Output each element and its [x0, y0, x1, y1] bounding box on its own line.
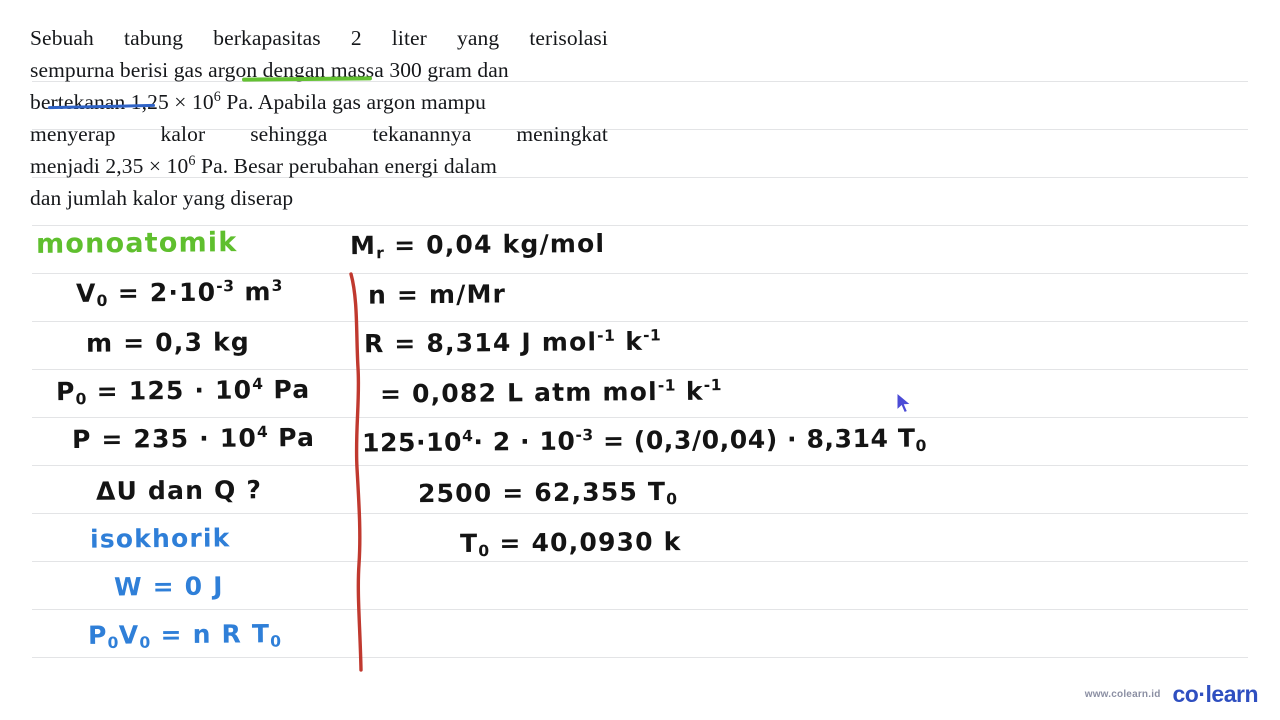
question-text-block: Sebuah tabung berkapasitas 2 liter yang … [30, 22, 608, 214]
rule-line [32, 657, 1248, 658]
hw-mass: m = 0,3 kg [85, 327, 251, 358]
rule-line [32, 321, 1248, 322]
brand-co: co [1172, 681, 1199, 707]
question-word: liter [391, 26, 427, 50]
hw-monoatomik-label: monoatomik [35, 227, 238, 260]
rule-line [32, 465, 1248, 466]
rule-line [32, 561, 1248, 562]
colearn-footer-logo: www.colearn.id co·learn [1084, 681, 1259, 708]
question-word: menyerap [30, 122, 116, 146]
hw-temperature-result: T0 = 40,0930 k [459, 527, 682, 561]
question-fragment: menjadi 2,35 × 10 [30, 154, 189, 178]
rule-line [32, 369, 1248, 370]
hw-work-zero: W = 0 J [113, 571, 224, 602]
mouse-pointer-icon [896, 391, 914, 416]
question-fragment: Pa. Besar perubahan energi dalam [195, 154, 497, 178]
question-line-3: bertekanan 1,25 × 106 Pa. Apabila gas ar… [30, 86, 608, 118]
question-word: 2 [350, 26, 362, 50]
hw-isokhorik-label: isokhorik [89, 523, 231, 554]
question-fragment: Pa. Apabila gas argon mampu [220, 90, 487, 114]
question-line-1: Sebuah tabung berkapasitas 2 liter yang … [30, 22, 608, 54]
site-url-text: www.colearn.id [1084, 689, 1161, 700]
hw-ideal-gas-law: P0V0 = n R T0 [87, 619, 282, 653]
hw-mole-formula: n = m/Mr [367, 279, 507, 310]
question-word: terisolasi [529, 26, 608, 50]
question-word: sehingga [250, 122, 328, 146]
hw-final-pressure: P = 235 · 104 Pa [71, 422, 316, 455]
rule-line [32, 513, 1248, 514]
question-line-2: sempurna berisi gas argon dengan massa 3… [30, 58, 509, 82]
question-word: yang [457, 26, 500, 50]
question-word: tabung [124, 26, 184, 50]
hw-gas-constant-si: R = 8,314 J mol-1 k-1 [363, 326, 662, 359]
exponent: 6 [188, 152, 196, 169]
notebook-page: Sebuah tabung berkapasitas 2 liter yang … [0, 0, 1280, 720]
question-line-6: dan jumlah kalor yang diserap [30, 186, 294, 210]
brand-learn: learn [1205, 681, 1259, 707]
hw-molar-mass: Mr = 0,04 kg/mol [349, 228, 606, 263]
question-fragment: bertekanan 1,25 × 10 [30, 90, 214, 114]
hw-substitution-step: 125·104· 2 · 10-3 = (0,3/0,04) · 8,314 T… [361, 423, 927, 458]
hw-initial-volume: V0 = 2·10-3 m3 [75, 276, 283, 311]
hw-initial-pressure: P0 = 125 · 104 Pa [55, 374, 311, 409]
brand-wordmark: co·learn [1173, 681, 1259, 708]
question-line-5: menjadi 2,35 × 106 Pa. Besar perubahan e… [30, 150, 608, 182]
exponent: 6 [213, 88, 221, 105]
question-word: kalor [160, 122, 206, 146]
question-word: Sebuah [30, 26, 94, 50]
rule-line [32, 417, 1248, 418]
rule-line [32, 609, 1248, 610]
hw-unknowns: ΔU dan Q ? [95, 475, 263, 506]
hw-gas-constant-atm: = 0,082 L atm mol-1 k-1 [379, 376, 723, 409]
question-word-highlighted: berkapasitas [213, 26, 321, 50]
question-word: meningkat [516, 122, 608, 146]
question-line-4: menyerap kalor sehingga tekanannya menin… [30, 118, 608, 150]
rule-line [32, 273, 1248, 274]
question-word: tekanannya [372, 122, 472, 146]
rule-line [32, 225, 1248, 226]
hw-intermediate-step: 2500 = 62,355 T0 [417, 476, 678, 509]
brand-dot: · [1198, 681, 1206, 707]
